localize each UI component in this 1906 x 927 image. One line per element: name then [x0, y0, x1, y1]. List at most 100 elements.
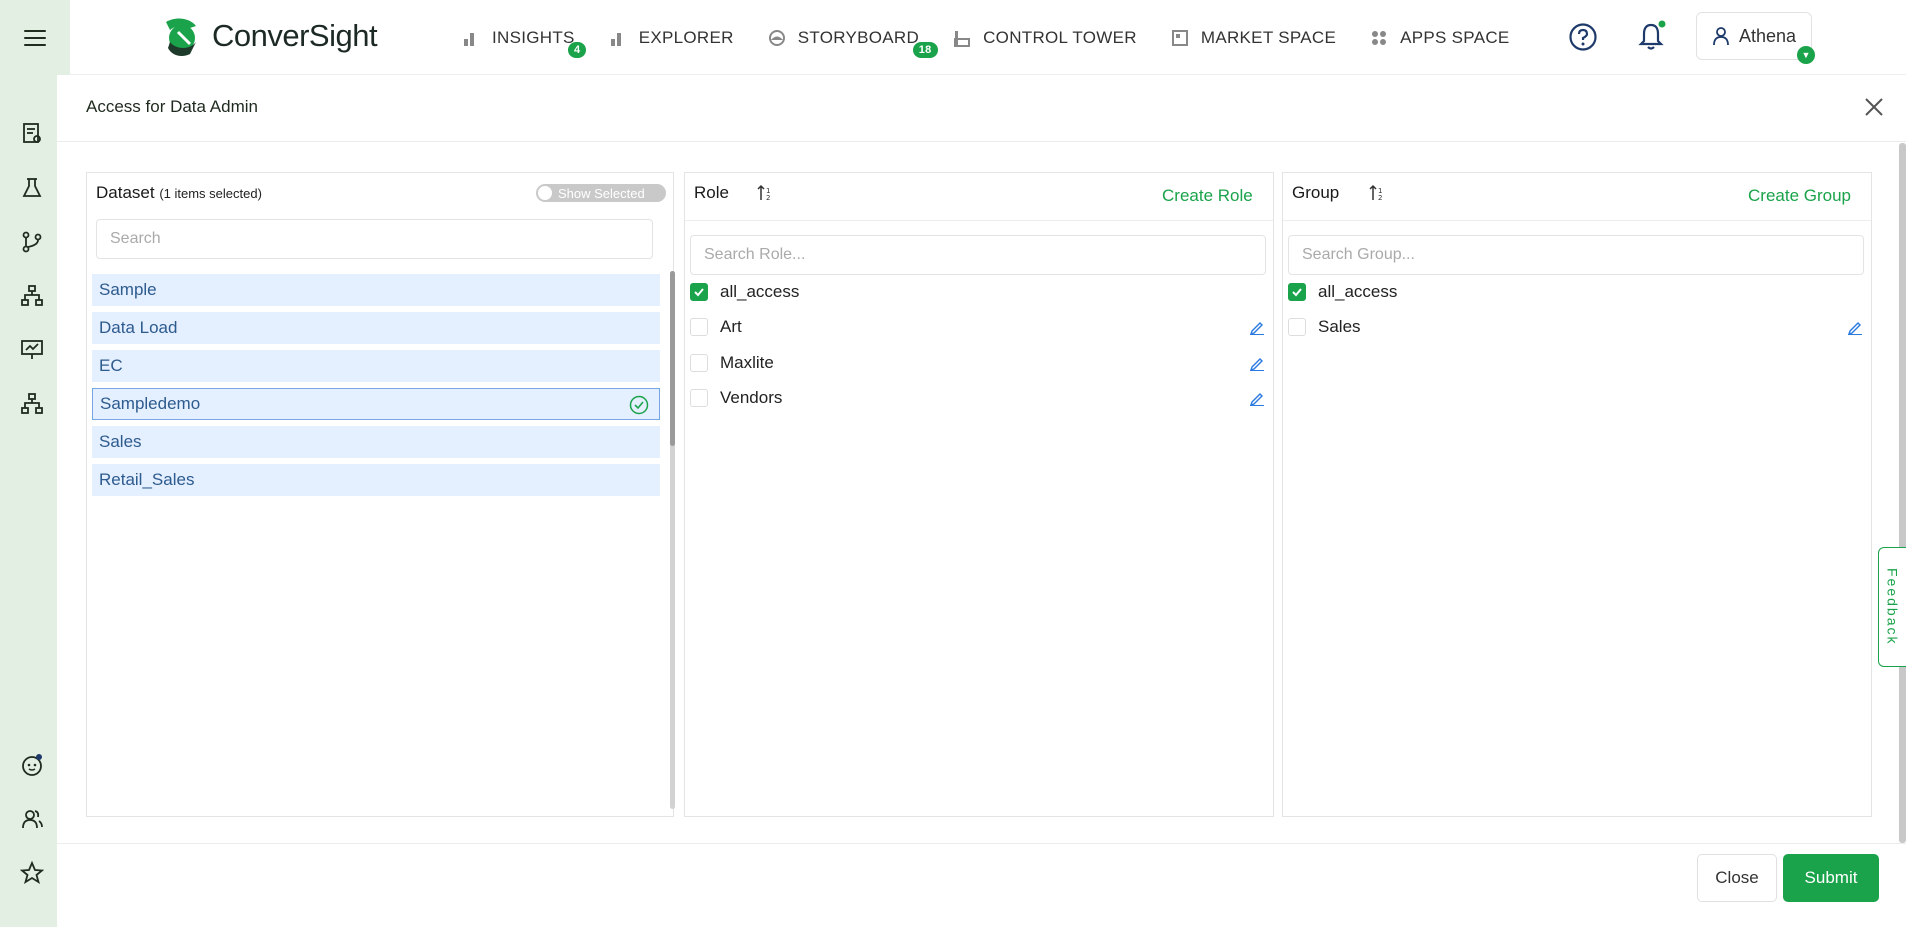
app-root: ConverSight INSIGHTS 4 EXPLORER STORYBOA… — [0, 0, 1906, 927]
access-modal: Access for Data Admin Dataset (1 items s… — [57, 75, 1906, 927]
group-option[interactable]: all_access — [1288, 277, 1397, 307]
conversight-logo-icon — [166, 18, 196, 56]
dataset-item-label: Sales — [99, 432, 142, 451]
sort-icon[interactable]: 12 — [757, 184, 773, 202]
dataset-item[interactable]: Sales — [92, 426, 660, 458]
role-option-label: Art — [720, 317, 742, 336]
role-option[interactable]: Maxlite — [690, 348, 774, 378]
group-search-input[interactable]: Search Group... — [1288, 235, 1864, 275]
dataset-search-input[interactable]: Search — [96, 219, 653, 259]
role-option[interactable]: all_access — [690, 277, 799, 307]
toggle-knob — [538, 186, 552, 200]
notification-badge: 4 — [568, 41, 587, 58]
chevron-down-icon[interactable]: ▼ — [1797, 46, 1815, 64]
main-nav: INSIGHTS 4 EXPLORER STORYBOARD 18 CONTRO… — [462, 0, 1544, 75]
dataset-item[interactable]: Data Load — [92, 312, 660, 344]
checkbox-checked-icon[interactable] — [690, 283, 708, 301]
role-option[interactable]: Art — [690, 312, 742, 342]
top-navigation-bar: ConverSight INSIGHTS 4 EXPLORER STORYBOA… — [0, 0, 1906, 75]
group-option[interactable]: Sales — [1288, 312, 1361, 342]
group-option-label: all_access — [1318, 282, 1398, 301]
nav-label: APPS SPACE — [1400, 27, 1510, 47]
checkbox-icon[interactable] — [690, 318, 708, 336]
logo-text: ConverSight — [212, 18, 378, 53]
search-placeholder: Search Group... — [1302, 246, 1415, 263]
notification-badge: 18 — [912, 41, 938, 58]
edit-icon[interactable] — [1249, 390, 1265, 406]
show-selected-toggle[interactable]: Show Selected — [536, 184, 666, 202]
user-menu[interactable]: Athena — [1696, 12, 1812, 60]
nav-market-space[interactable]: MARKET SPACE — [1171, 28, 1336, 48]
nav-apps-space[interactable]: APPS SPACE — [1370, 28, 1509, 48]
nav-label: STORYBOARD — [797, 27, 920, 47]
dataset-header: Dataset (1 items selected) — [96, 183, 262, 203]
nav-explorer[interactable]: EXPLORER — [609, 28, 734, 48]
dataset-item-selected[interactable]: Sampledemo — [92, 388, 660, 420]
users-icon[interactable] — [20, 807, 44, 831]
edit-icon[interactable] — [1249, 355, 1265, 371]
divider — [1283, 220, 1871, 221]
dataset-item-label: Data Load — [99, 318, 178, 337]
presentation-icon[interactable] — [20, 338, 44, 362]
scrollbar-thumb[interactable] — [670, 271, 675, 446]
nav-label: MARKET SPACE — [1200, 27, 1337, 47]
divider — [685, 220, 1273, 221]
checkbox-icon[interactable] — [1288, 318, 1306, 336]
group-panel: Group 12 Create Group Search Group... al… — [1282, 172, 1872, 817]
dataset-item-label: Retail_Sales — [99, 470, 195, 489]
dataset-scrollbar[interactable] — [670, 271, 675, 809]
org-chart-icon[interactable] — [20, 392, 44, 416]
hierarchy-icon[interactable] — [20, 284, 44, 308]
toggle-label: Show Selected — [558, 185, 645, 201]
notification-bell-icon[interactable] — [1636, 20, 1666, 52]
factory-icon — [953, 29, 971, 47]
app-logo[interactable]: ConverSight — [160, 16, 378, 56]
palette-icon — [768, 29, 786, 47]
edit-icon[interactable] — [1249, 319, 1265, 335]
sort-icon[interactable]: 12 — [1369, 184, 1385, 202]
edit-icon[interactable] — [1847, 319, 1863, 335]
divider — [57, 843, 1906, 844]
search-placeholder: Search Role... — [704, 246, 806, 263]
checkbox-checked-icon[interactable] — [1288, 283, 1306, 301]
dataset-item-label: EC — [99, 356, 123, 375]
branch-icon[interactable] — [20, 230, 44, 254]
nav-control-tower[interactable]: CONTROL TOWER — [953, 28, 1137, 48]
checkbox-icon[interactable] — [690, 389, 708, 407]
modal-title: Access for Data Admin — [86, 97, 258, 116]
role-option[interactable]: Vendors — [690, 383, 782, 413]
group-option-label: Sales — [1318, 317, 1361, 336]
bot-icon[interactable] — [20, 753, 44, 777]
report-icon[interactable] — [20, 122, 44, 146]
create-group-link[interactable]: Create Group — [1748, 186, 1851, 206]
role-title: Role — [694, 183, 729, 202]
submit-button[interactable]: Submit — [1783, 854, 1879, 902]
nav-storyboard[interactable]: STORYBOARD 18 — [768, 27, 938, 58]
feedback-tab[interactable]: Feedback — [1878, 547, 1906, 667]
dataset-item[interactable]: EC — [92, 350, 660, 382]
check-circle-icon — [629, 395, 649, 415]
divider — [57, 141, 1906, 142]
menu-button[interactable] — [0, 0, 70, 75]
create-role-link[interactable]: Create Role — [1162, 186, 1253, 206]
close-icon[interactable] — [1862, 95, 1886, 119]
flask-icon[interactable] — [20, 176, 44, 200]
search-placeholder: Search — [110, 230, 161, 247]
role-search-input[interactable]: Search Role... — [690, 235, 1266, 275]
grid-icon — [1370, 29, 1388, 47]
help-icon[interactable] — [1568, 22, 1598, 52]
modal-scrollbar[interactable] — [1899, 143, 1906, 843]
dataset-item[interactable]: Retail_Sales — [92, 464, 660, 496]
svg-text:2: 2 — [1378, 194, 1382, 202]
dataset-item-label: Sample — [99, 280, 157, 299]
role-panel: Role 12 Create Role Search Role... all_a… — [684, 172, 1274, 817]
dataset-item[interactable]: Sample — [92, 274, 660, 306]
nav-insights[interactable]: INSIGHTS 4 — [462, 28, 587, 58]
dataset-selected-count: (1 items selected) — [159, 186, 262, 201]
dataset-title: Dataset — [96, 183, 155, 202]
star-icon[interactable] — [20, 861, 44, 885]
user-name: Athena — [1739, 25, 1797, 46]
dataset-list: Sample Data Load EC Sampledemo Sales Ret… — [92, 274, 660, 502]
checkbox-icon[interactable] — [690, 354, 708, 372]
close-button[interactable]: Close — [1697, 854, 1777, 902]
